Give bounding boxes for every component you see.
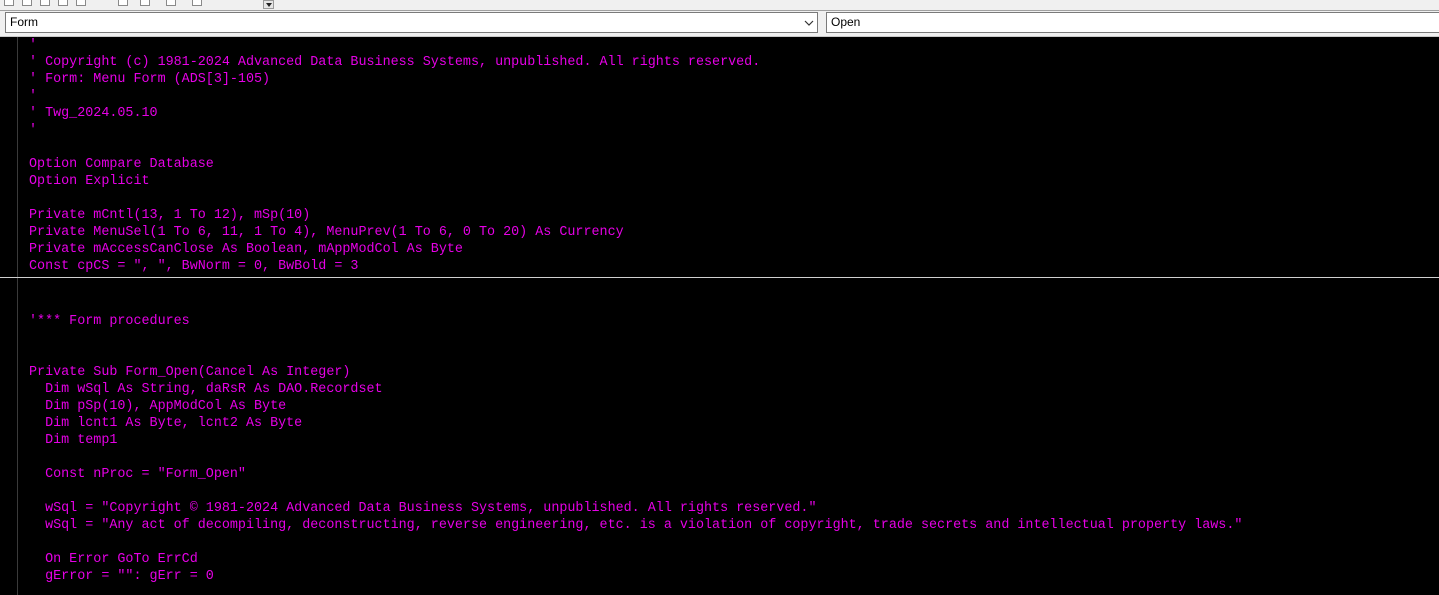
code-pane-bottom[interactable]: '*** Form procedures Private Sub Form_Op… (0, 278, 1439, 595)
toolbar-button[interactable] (58, 0, 68, 6)
toolbar-button[interactable] (40, 0, 50, 6)
code-line[interactable]: Const cpCS = ", ", BwNorm = 0, BwBold = … (29, 258, 760, 275)
code-line[interactable]: Private mAccessCanClose As Boolean, mApp… (29, 241, 760, 258)
code-line[interactable]: wSql = "Copyright © 1981-2024 Advanced D… (29, 500, 1242, 517)
code-line[interactable] (29, 483, 1242, 500)
code-line[interactable]: wSql = "Any act of decompiling, deconstr… (29, 517, 1242, 534)
object-combo-value: Form (10, 15, 38, 29)
code-line[interactable] (29, 347, 1242, 364)
code-pane-top[interactable]: ' ' Copyright (c) 1981-2024 Advanced Data… (0, 37, 1439, 277)
toolbar-button[interactable] (118, 0, 128, 6)
code-line[interactable]: ' (29, 37, 760, 54)
code-line[interactable]: ' Copyright (c) 1981-2024 Advanced Data … (29, 54, 760, 71)
code-line[interactable] (29, 449, 1242, 466)
toolbar (0, 0, 1439, 11)
code-line[interactable]: Private MenuSel(1 To 6, 11, 1 To 4), Men… (29, 224, 760, 241)
vba-code-window: Form Open ' ' Copyright (c) 1981-2024 Adv… (0, 0, 1439, 595)
margin-indicator-bar[interactable] (0, 278, 18, 595)
code-line[interactable]: '*** Form procedures (29, 313, 1242, 330)
code-line[interactable] (29, 534, 1242, 551)
code-line[interactable]: On Error GoTo ErrCd (29, 551, 1242, 568)
code-line[interactable] (29, 190, 760, 207)
code-line[interactable]: Const nProc = "Form_Open" (29, 466, 1242, 483)
code-line[interactable] (29, 139, 760, 156)
chevron-down-icon[interactable] (800, 13, 817, 32)
combo-strip: Form Open (0, 11, 1439, 37)
toolbar-button[interactable] (76, 0, 86, 6)
code-line[interactable]: ' (29, 122, 760, 139)
code-line[interactable]: gError = "": gErr = 0 (29, 568, 1242, 585)
code-line[interactable]: Dim pSp(10), AppModCol As Byte (29, 398, 1242, 415)
code-text-bottom[interactable]: '*** Form procedures Private Sub Form_Op… (29, 313, 1242, 585)
margin-indicator-bar[interactable] (0, 37, 18, 277)
code-line[interactable]: Dim lcnt1 As Byte, lcnt2 As Byte (29, 415, 1242, 432)
toolbar-button[interactable] (166, 0, 176, 6)
code-line[interactable] (29, 330, 1242, 347)
toolbar-button[interactable] (192, 0, 202, 6)
toolbar-button[interactable] (22, 0, 32, 6)
code-text-top[interactable]: ' ' Copyright (c) 1981-2024 Advanced Data… (29, 37, 760, 275)
object-combo[interactable]: Form (5, 12, 818, 33)
code-line[interactable]: Private mCntl(13, 1 To 12), mSp(10) (29, 207, 760, 224)
procedure-combo-value: Open (831, 15, 861, 29)
code-line[interactable]: Option Compare Database (29, 156, 760, 173)
caret-down-icon[interactable] (263, 0, 274, 9)
toolbar-button[interactable] (4, 0, 14, 6)
code-line[interactable]: ' Twg_2024.05.10 (29, 105, 760, 122)
toolbar-button[interactable] (140, 0, 150, 6)
code-line[interactable]: Option Explicit (29, 173, 760, 190)
code-line[interactable]: ' (29, 88, 760, 105)
code-line[interactable]: Private Sub Form_Open(Cancel As Integer) (29, 364, 1242, 381)
procedure-combo[interactable]: Open (826, 12, 1439, 33)
code-line[interactable]: ' Form: Menu Form (ADS[3]-105) (29, 71, 760, 88)
code-line[interactable]: Dim temp1 (29, 432, 1242, 449)
code-line[interactable]: Dim wSql As String, daRsR As DAO.Records… (29, 381, 1242, 398)
